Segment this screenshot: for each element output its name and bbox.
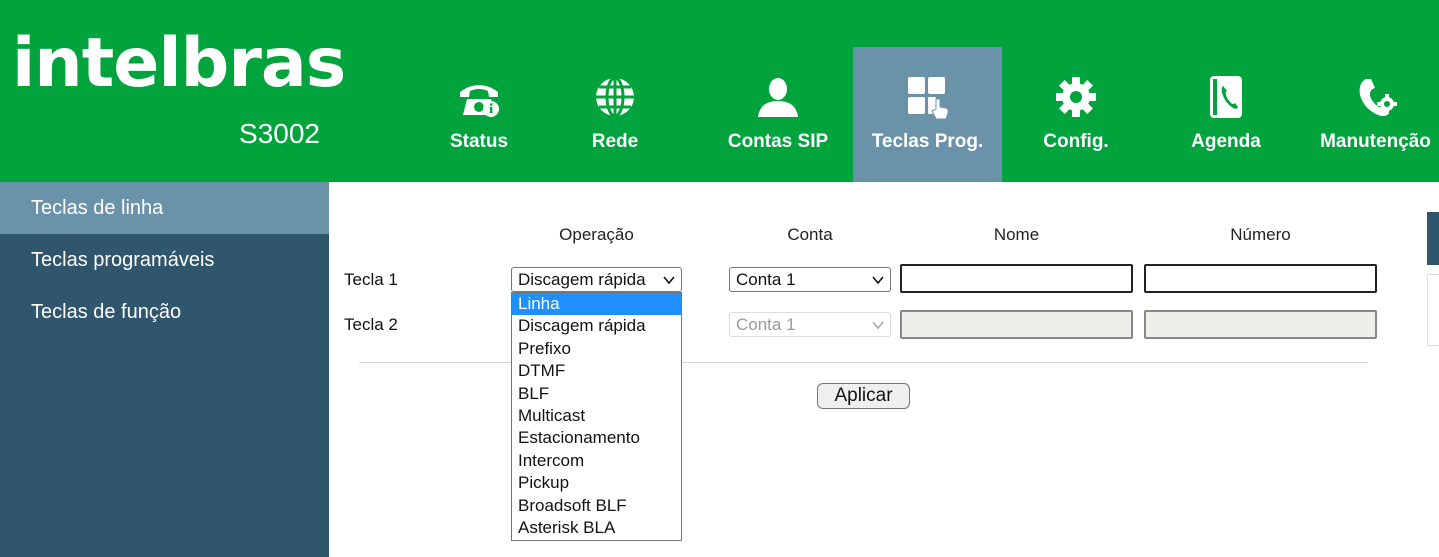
- account-select-value: Conta 1: [736, 270, 796, 289]
- tab-manutencao-label: Manutenção: [1320, 131, 1431, 152]
- tab-agenda[interactable]: Agenda: [1184, 47, 1268, 182]
- dropdown-option[interactable]: Linha: [512, 293, 681, 316]
- account-select-tecla-1[interactable]: Conta 1: [729, 267, 891, 292]
- keypad-icon: [907, 77, 949, 119]
- tab-agenda-label: Agenda: [1191, 131, 1261, 152]
- tab-contas-sip-label: Contas SIP: [727, 131, 829, 152]
- gear-icon: [1056, 77, 1096, 117]
- header-numero: Número: [1230, 225, 1291, 244]
- tab-rede-label: Rede: [591, 131, 639, 152]
- operation-select-tecla-1[interactable]: Discagem rápida: [511, 267, 682, 292]
- number-input-tecla-2: [1144, 310, 1377, 339]
- tab-manutencao[interactable]: Manutenção: [1312, 47, 1439, 182]
- tab-teclas-prog[interactable]: Teclas Prog.: [853, 47, 1002, 182]
- chevron-down-icon: [663, 276, 675, 285]
- tab-config-label: Config.: [1043, 131, 1109, 152]
- dropdown-option[interactable]: Estacionamento: [512, 427, 681, 449]
- brand-logo: intelbras: [12, 24, 346, 103]
- tab-status[interactable]: Status: [440, 47, 518, 182]
- chevron-down-icon: [872, 321, 884, 330]
- user-icon: [758, 78, 798, 117]
- account-select-value: Conta 1: [736, 315, 796, 334]
- dropdown-option[interactable]: Pickup: [512, 472, 681, 494]
- right-edge-panel: [1427, 212, 1439, 265]
- header-conta: Conta: [787, 225, 833, 244]
- sidebar-item-teclas-de-funcao[interactable]: Teclas de função: [0, 286, 329, 338]
- number-input-tecla-1[interactable]: [1144, 264, 1377, 293]
- row-label-tecla-2: Tecla 2: [344, 315, 398, 334]
- tab-status-label: Status: [449, 131, 509, 152]
- tab-config[interactable]: Config.: [1034, 47, 1118, 182]
- dropdown-option[interactable]: Broadsoft BLF: [512, 495, 681, 517]
- tab-teclas-prog-label: Teclas Prog.: [871, 131, 984, 152]
- globe-icon: [596, 76, 634, 118]
- sidebar-item-teclas-programaveis[interactable]: Teclas programáveis: [0, 234, 329, 286]
- operation-select-value: Discagem rápida: [518, 270, 646, 289]
- main-content: Operação Conta Nome Número Tecla 1 Disca…: [329, 182, 1439, 557]
- chevron-down-icon: [872, 276, 884, 285]
- phone-gear-icon: [1359, 79, 1397, 117]
- top-header: intelbras S3002 Status Rede Contas SIP T…: [0, 0, 1439, 182]
- tab-rede[interactable]: Rede: [576, 47, 654, 182]
- account-select-tecla-2: Conta 1: [729, 312, 891, 337]
- name-input-tecla-2: [900, 310, 1133, 339]
- header-operacao: Operação: [559, 225, 634, 244]
- sidebar: Teclas de linha Teclas programáveis Tecl…: [0, 182, 329, 557]
- right-edge-box: [1427, 274, 1439, 346]
- operation-dropdown-list: Linha Discagem rápida Prefixo DTMF BLF M…: [511, 292, 682, 541]
- dropdown-option[interactable]: BLF: [512, 383, 681, 405]
- sidebar-item-teclas-de-linha[interactable]: Teclas de linha: [0, 182, 329, 234]
- dropdown-option[interactable]: Intercom: [512, 450, 681, 472]
- dropdown-option[interactable]: Asterisk BLA: [512, 517, 681, 539]
- dropdown-option[interactable]: Prefixo: [512, 338, 681, 360]
- dropdown-option[interactable]: Multicast: [512, 405, 681, 427]
- tab-contas-sip[interactable]: Contas SIP: [716, 47, 840, 182]
- name-input-tecla-1[interactable]: [900, 264, 1133, 293]
- header-nome: Nome: [993, 225, 1040, 244]
- dropdown-option[interactable]: DTMF: [512, 360, 681, 382]
- phonebook-icon: [1210, 76, 1242, 118]
- device-model: S3002: [239, 118, 320, 149]
- row-label-tecla-1: Tecla 1: [344, 270, 398, 289]
- apply-button[interactable]: Aplicar: [817, 383, 910, 409]
- phone-info-icon: [460, 85, 499, 117]
- dropdown-option[interactable]: Discagem rápida: [512, 315, 681, 337]
